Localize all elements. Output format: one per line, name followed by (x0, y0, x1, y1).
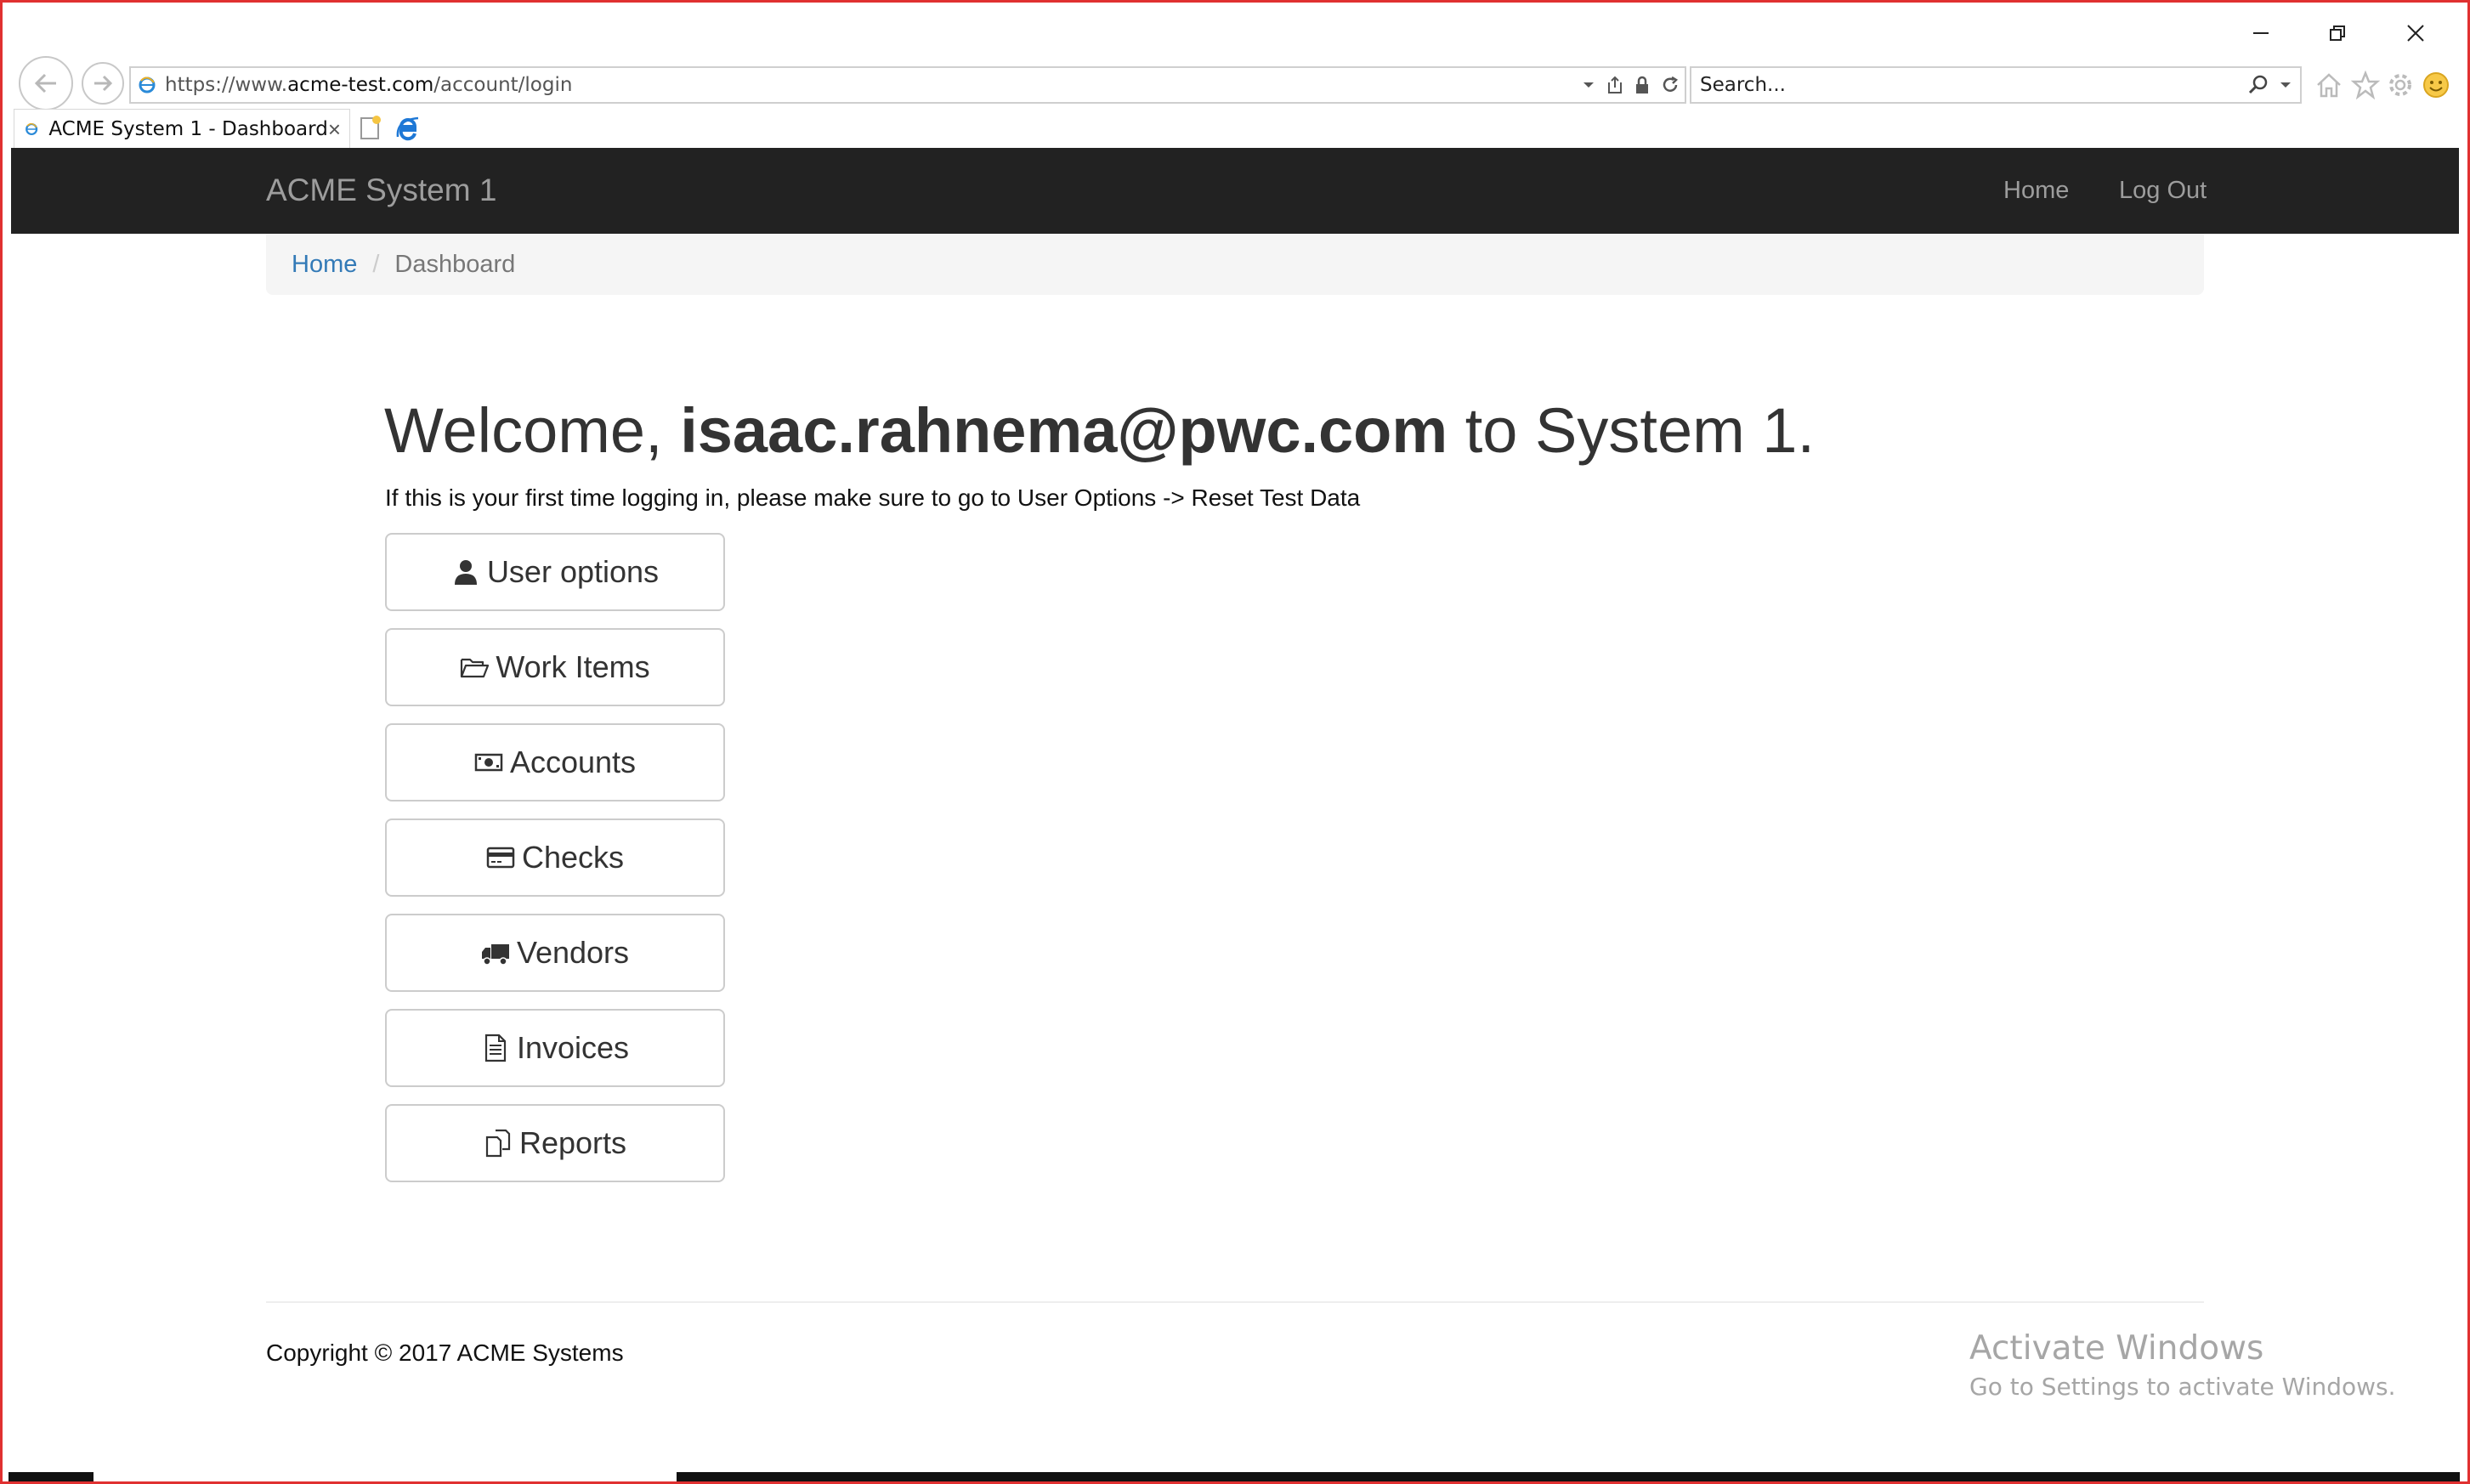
file-text-icon (484, 1034, 507, 1062)
new-tab-icon (360, 116, 381, 139)
user-email: isaac.rahnema@pwc.com (680, 395, 1448, 466)
site-brand[interactable]: ACME System 1 (266, 167, 496, 214)
restore-icon (2330, 25, 2345, 41)
watermark-title: Activate Windows (1969, 1329, 2264, 1368)
taskbar-segment (8, 1472, 93, 1482)
forward-button[interactable] (82, 62, 124, 105)
arrow-left-icon (34, 73, 56, 93)
search-dropdown-icon[interactable] (2278, 77, 2293, 93)
minimize-button[interactable] (2227, 12, 2295, 54)
back-button[interactable] (19, 56, 73, 110)
dropdown-icon[interactable] (1581, 77, 1596, 93)
copy-icon (485, 1129, 511, 1158)
taskbar-segment (677, 1472, 2460, 1482)
star-icon (2351, 71, 2380, 99)
breadcrumb-separator: / (372, 250, 380, 278)
site-navbar: ACME System 1 Home Log Out (11, 148, 2459, 234)
gear-icon (2389, 74, 2411, 96)
footer-divider (266, 1301, 2204, 1303)
breadcrumb-current: Dashboard (394, 250, 516, 278)
address-bar[interactable]: https://www.acme-test.com/account/login (129, 66, 1686, 104)
settings-button[interactable] (2383, 68, 2417, 102)
nav-logout-link[interactable]: Log Out (2119, 167, 2207, 214)
close-window-button[interactable] (2382, 12, 2450, 54)
arrow-right-icon (94, 75, 113, 92)
work-items-button[interactable]: Work Items (385, 628, 725, 706)
tab-close-icon[interactable]: × (328, 118, 341, 140)
nav-home-link[interactable]: Home (2003, 167, 2069, 214)
search-box[interactable] (1690, 66, 2302, 104)
browser-tab-active[interactable]: ACME System 1 - Dashboard × (14, 109, 350, 148)
home-toolbar-button[interactable] (2312, 68, 2346, 102)
credit-card-icon (486, 847, 515, 869)
breadcrumb-home-link[interactable]: Home (292, 251, 357, 279)
refresh-icon[interactable] (1661, 76, 1680, 94)
first-login-note: If this is your first time logging in, p… (385, 484, 1361, 511)
watermark-subtitle: Go to Settings to activate Windows. (1969, 1373, 2396, 1401)
breadcrumb: Home / Dashboard (266, 234, 2204, 295)
ie-logo-icon (396, 116, 419, 141)
money-icon (474, 753, 503, 772)
folder-open-icon (461, 658, 490, 678)
ie-quick-tab-button[interactable] (391, 112, 425, 144)
search-input[interactable] (1698, 73, 2212, 97)
windows-activation-watermark: Activate Windows Go to Settings to activ… (1969, 1328, 2396, 1404)
page-title: Welcome, isaac.rahnema@pwc.com to System… (384, 395, 1816, 466)
feedback-button[interactable] (2419, 68, 2453, 102)
home-icon (2317, 73, 2341, 98)
footer-copyright: Copyright © 2017 ACME Systems (266, 1340, 624, 1366)
tab-title: ACME System 1 - Dashboard (48, 117, 328, 140)
invoices-button[interactable]: Invoices (385, 1009, 725, 1087)
ie-page-icon (139, 76, 156, 93)
close-icon (2407, 25, 2424, 42)
minimize-icon (2253, 32, 2269, 34)
search-icon[interactable] (2247, 74, 2269, 96)
vendors-button[interactable]: Vendors (385, 914, 725, 992)
compatibility-icon[interactable] (1606, 76, 1623, 94)
reports-button[interactable]: Reports (385, 1104, 725, 1182)
restore-button[interactable] (2303, 12, 2371, 54)
ie-page-icon (25, 122, 38, 135)
smiley-icon (2423, 72, 2449, 98)
new-tab-button[interactable] (354, 112, 388, 144)
truck-icon (481, 944, 509, 966)
lock-icon[interactable] (1634, 76, 1651, 94)
address-url: https://www.acme-test.com/account/login (165, 74, 573, 96)
user-icon (454, 560, 477, 585)
accounts-button[interactable]: Accounts (385, 723, 725, 801)
checks-button[interactable]: Checks (385, 818, 725, 897)
user-options-button[interactable]: User options (385, 533, 725, 611)
favorites-button[interactable] (2348, 68, 2382, 102)
